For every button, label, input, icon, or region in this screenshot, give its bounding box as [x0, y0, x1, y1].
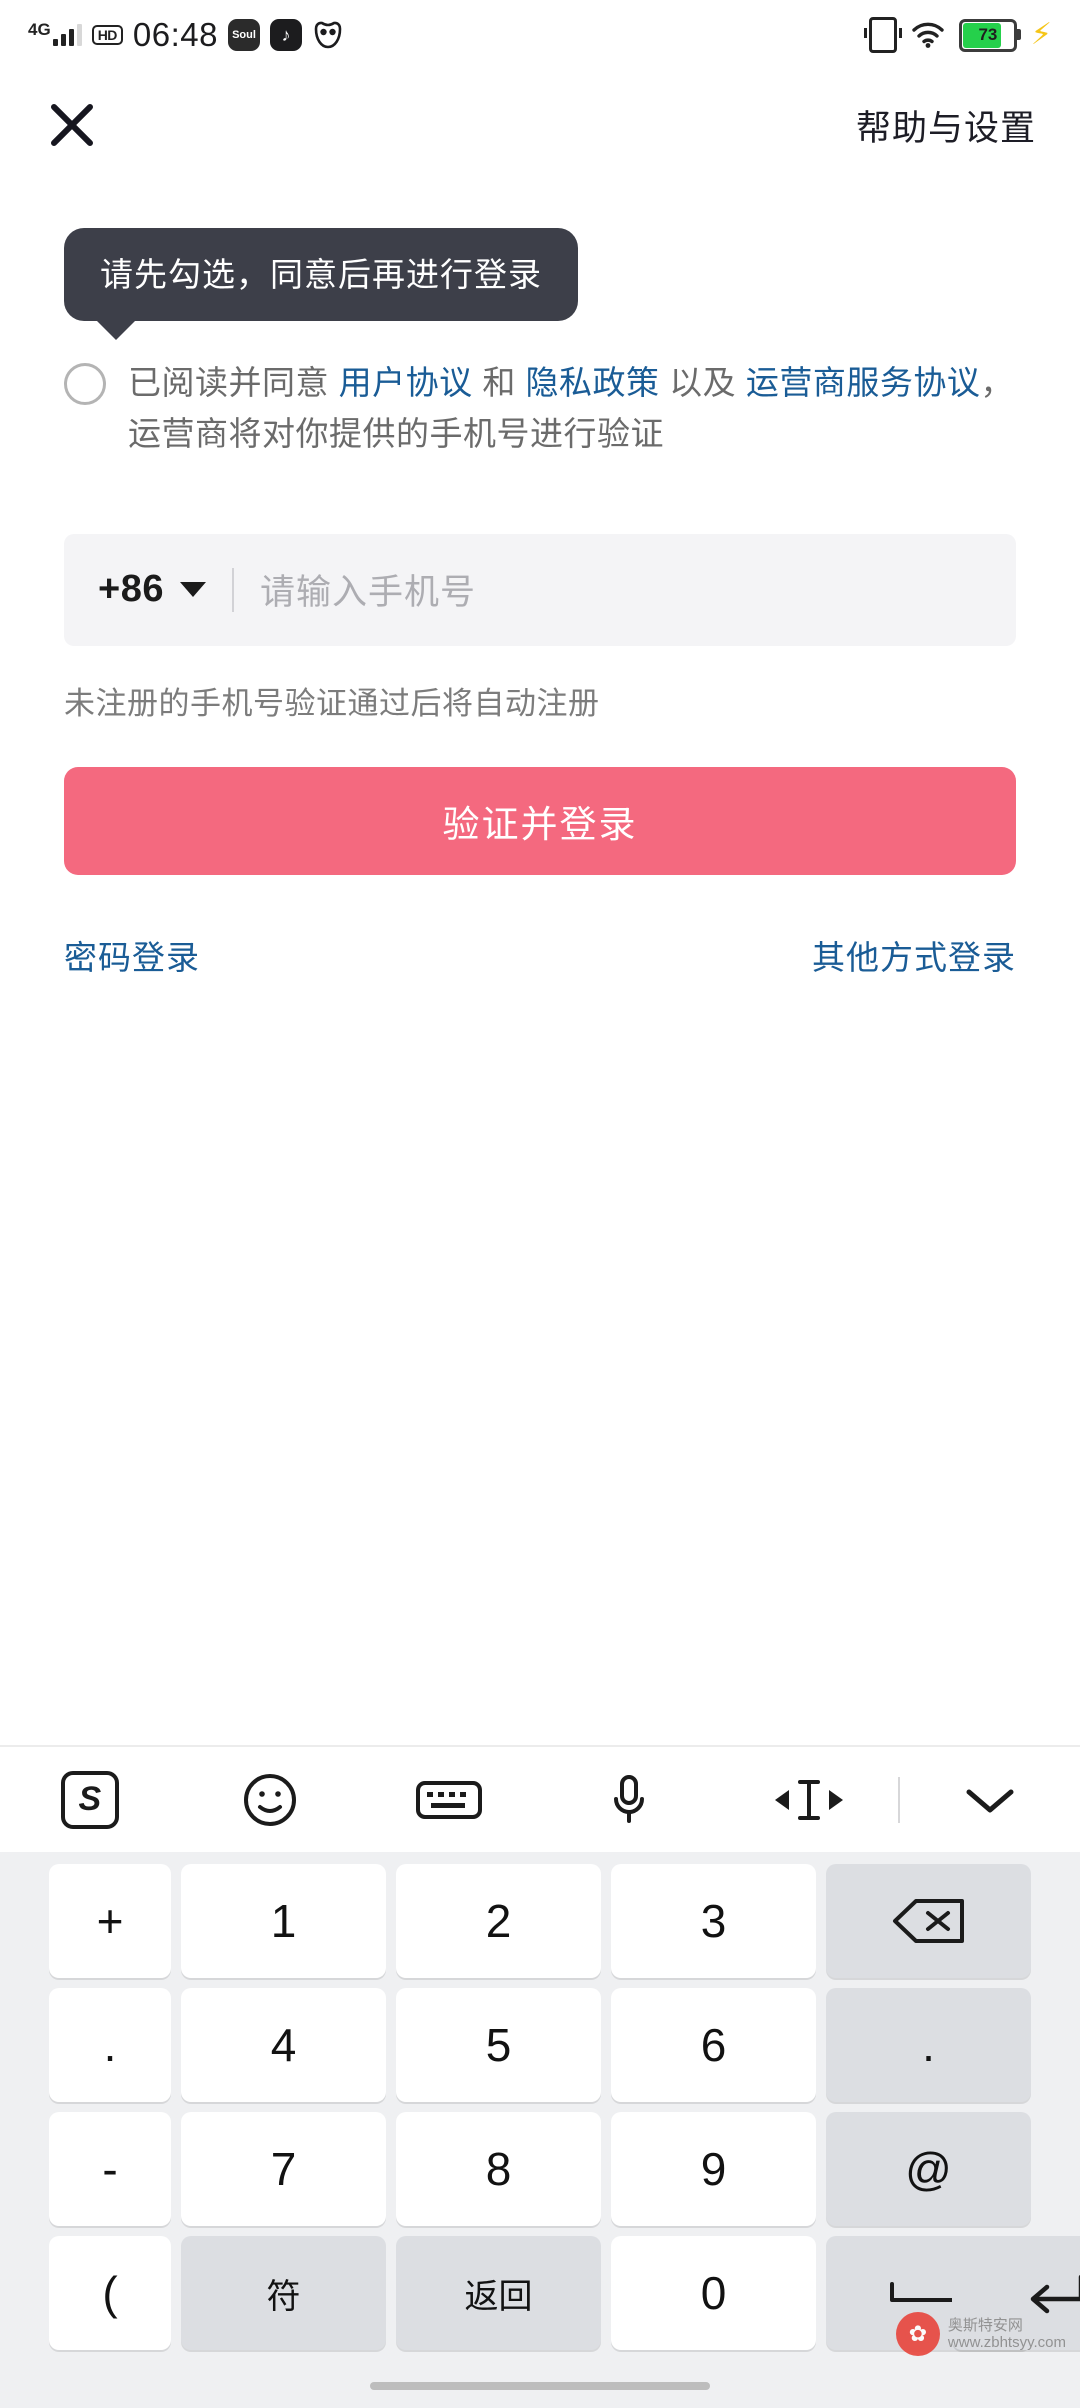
battery-icon: 73 [958, 18, 1021, 52]
login-content: 请先勾选，同意后再进行登录 已阅读并同意 用户协议 和 隐私政策 以及 运营商服… [0, 228, 1080, 979]
field-divider [231, 567, 234, 612]
chevron-down-icon[interactable] [179, 582, 206, 598]
close-icon [51, 104, 93, 146]
agreement-row: 已阅读并同意 用户协议 和 隐私政策 以及 运营商服务协议，运营商将对你提供的手… [64, 357, 1016, 459]
phone-number-placeholder[interactable]: 请输入手机号 [260, 564, 476, 615]
tooltip-arrow-icon [96, 320, 136, 341]
key-0[interactable]: 0 [611, 2236, 816, 2350]
microphone-icon [613, 1774, 644, 1823]
key-paren[interactable]: ( [49, 2236, 171, 2350]
cursor-move-icon [774, 1779, 843, 1820]
operator-service-agreement-link[interactable]: 运营商服务协议 [746, 364, 981, 401]
chevron-down-keyboard-icon [966, 1789, 1014, 1812]
wifi-icon [911, 22, 945, 48]
key-1[interactable]: 1 [181, 1864, 386, 1978]
cursor-move-button[interactable] [719, 1774, 899, 1826]
enter-icon [1030, 2274, 1080, 2314]
owl-app-icon [312, 19, 344, 51]
numeric-keypad: + 1 2 3 . 4 5 6 . - 7 8 9 @ ( 符 返回 0 [0, 1852, 1080, 2364]
bottom-links: 密码登录 其他方式登录 [64, 931, 1016, 979]
signal-icon: 4G [28, 20, 82, 46]
country-code-label[interactable]: +86 [98, 568, 164, 611]
agreement-conj-2: 以及 [659, 364, 746, 402]
key-at[interactable]: @ [826, 2112, 1031, 2226]
other-login-methods-link[interactable]: 其他方式登录 [812, 931, 1016, 979]
key-2[interactable]: 2 [396, 1864, 601, 1978]
watermark-logo-icon: ✿ [895, 2312, 940, 2356]
key-plus[interactable]: + [49, 1864, 171, 1978]
key-dot-left[interactable]: . [49, 1988, 171, 2102]
battery-level-label: 73 [978, 25, 998, 44]
vibrate-icon [863, 17, 902, 53]
charging-bolt-icon: ⚡ [1030, 18, 1052, 51]
keyboard-toolbar: S [0, 1745, 1080, 1852]
home-indicator-bar[interactable] [0, 2364, 1080, 2408]
soul-app-icon: Soul [228, 19, 261, 51]
key-4[interactable]: 4 [181, 1988, 386, 2102]
key-period[interactable]: . [826, 1988, 1031, 2102]
collapse-keyboard-button[interactable] [900, 1782, 1080, 1818]
key-8[interactable]: 8 [396, 2112, 601, 2226]
app-bar: 帮助与设置 [0, 70, 1080, 180]
watermark-line-2: www.zbhtsyy.com [947, 2334, 1066, 2351]
keyboard-panel: S + 1 2 3 . 4 5 6 . - 7 8 9 @ (符 返回 0 ✿… [0, 1745, 1080, 2408]
agreement-checkbox[interactable] [64, 363, 106, 406]
key-6[interactable]: 6 [611, 1988, 816, 2102]
status-bar-clock: 06:48 [132, 16, 219, 53]
phone-input-field[interactable]: +86 请输入手机号 [64, 533, 1016, 646]
status-bar-right: 73 ⚡ [863, 17, 1052, 53]
auto-register-hint: 未注册的手机号验证通过后将自动注册 [64, 685, 600, 721]
close-button[interactable] [40, 93, 104, 157]
user-agreement-link[interactable]: 用户协议 [339, 364, 473, 401]
privacy-policy-link[interactable]: 隐私政策 [526, 364, 660, 401]
agreement-conj-1: 和 [472, 364, 526, 402]
microphone-button[interactable] [539, 1771, 719, 1829]
status-bar: 4G HD 06:48 Soul ♪ 73 ⚡ [0, 0, 1080, 70]
agreement-prefix: 已阅读并同意 [128, 364, 339, 402]
key-minus[interactable]: - [49, 2112, 171, 2226]
key-7[interactable]: 7 [181, 2112, 386, 2226]
tooltip-container: 请先勾选，同意后再进行登录 [64, 228, 1016, 341]
keyboard-switch-button[interactable] [359, 1775, 539, 1825]
key-backspace[interactable] [826, 1864, 1031, 1978]
music-note-icon: ♪ [270, 19, 303, 51]
emoji-icon [243, 1773, 296, 1826]
agreement-tooltip: 请先勾选，同意后再进行登录 [64, 228, 578, 322]
help-and-settings-button[interactable]: 帮助与设置 [856, 100, 1036, 151]
key-symbols[interactable]: 符 [181, 2236, 386, 2350]
status-bar-left: 4G HD 06:48 Soul ♪ [28, 16, 344, 54]
network-type-label: 4G [28, 20, 51, 39]
sogou-logo-button[interactable]: S [0, 1770, 180, 1829]
key-5[interactable]: 5 [396, 1988, 601, 2102]
password-login-link[interactable]: 密码登录 [64, 931, 200, 979]
key-return-label[interactable]: 返回 [396, 2236, 601, 2350]
home-indicator [370, 2382, 710, 2390]
hd-icon: HD [91, 24, 123, 46]
watermark-line-1: 奥斯特安网 [947, 2316, 1023, 2334]
key-3[interactable]: 3 [611, 1864, 816, 1978]
emoji-button[interactable] [180, 1771, 360, 1829]
key-9[interactable]: 9 [611, 2112, 816, 2226]
agreement-text: 已阅读并同意 用户协议 和 隐私政策 以及 运营商服务协议，运营商将对你提供的手… [128, 357, 1016, 459]
signal-bars-icon [52, 24, 82, 46]
keyboard-switch-icon [416, 1780, 483, 1819]
site-watermark: ✿ 奥斯特安网 www.zbhtsyy.com [895, 2312, 1066, 2356]
verify-and-login-button[interactable]: 验证并登录 [64, 766, 1016, 875]
backspace-icon [892, 1899, 964, 1943]
sogou-logo-icon: S [60, 1770, 119, 1829]
